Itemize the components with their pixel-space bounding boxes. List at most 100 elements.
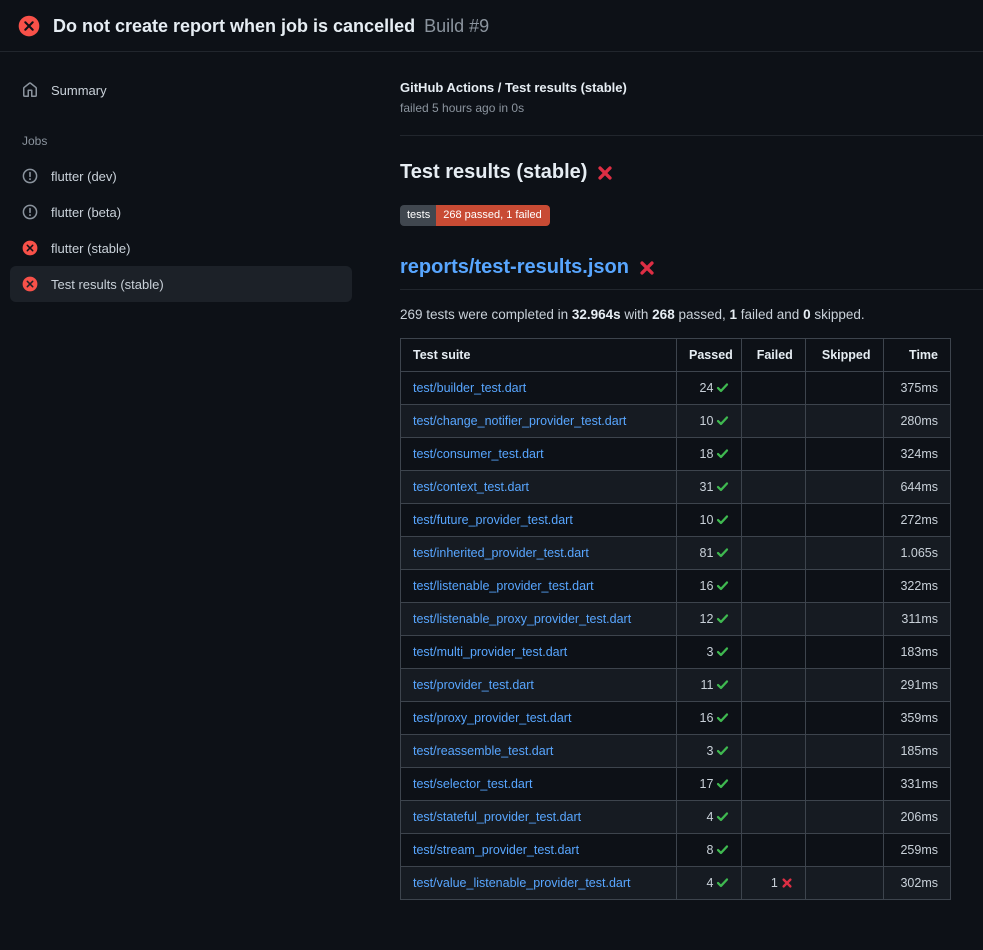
summary-skipped-count: 0 xyxy=(803,307,811,322)
table-row: test/change_notifier_provider_test.dart 1… xyxy=(401,405,951,438)
test-suite-cell: test/provider_test.dart xyxy=(401,669,677,702)
time-cell: 183ms xyxy=(883,636,951,669)
failed-cell xyxy=(742,768,805,801)
test-suite-link[interactable]: test/listenable_proxy_provider_test.dart xyxy=(413,612,631,626)
table-row: test/inherited_provider_test.dart 81 1.065… xyxy=(401,537,951,570)
test-suite-link[interactable]: test/reassemble_test.dart xyxy=(413,744,553,758)
passed-cell: 16 xyxy=(677,570,742,603)
table-row: test/proxy_provider_test.dart16359ms xyxy=(401,702,951,735)
time-cell: 375ms xyxy=(883,372,951,405)
test-suite-link[interactable]: test/listenable_provider_test.dart xyxy=(413,579,594,593)
sidebar-item-summary[interactable]: Summary xyxy=(10,72,352,108)
skipped-cell xyxy=(805,867,883,900)
skipped-cell xyxy=(805,636,883,669)
x-circle-icon xyxy=(22,240,38,256)
sidebar-item-flutter-dev[interactable]: flutter (dev) xyxy=(10,158,352,194)
test-suite-link[interactable]: test/multi_provider_test.dart xyxy=(413,645,567,659)
test-suite-link[interactable]: test/stream_provider_test.dart xyxy=(413,843,579,857)
badge-value: 268 passed, 1 failed xyxy=(436,205,549,226)
tests-badge: tests 268 passed, 1 failed xyxy=(400,205,550,226)
sidebar-item-flutter-stable[interactable]: flutter (stable) xyxy=(10,230,352,266)
check-icon xyxy=(716,777,729,790)
column-header-failed: Failed xyxy=(742,339,805,372)
test-suite-link[interactable]: test/stateful_provider_test.dart xyxy=(413,810,581,824)
check-icon xyxy=(716,744,729,757)
sidebar-item-flutter-beta[interactable]: flutter (beta) xyxy=(10,194,352,230)
skipped-cell xyxy=(805,372,883,405)
check-icon xyxy=(716,645,729,658)
table-row: test/provider_test.dart11291ms xyxy=(401,669,951,702)
test-suite-cell: test/proxy_provider_test.dart xyxy=(401,702,677,735)
failed-cell: 1 xyxy=(742,867,805,900)
test-suite-link[interactable]: test/provider_test.dart xyxy=(413,678,534,692)
passed-cell: 4 xyxy=(677,801,742,834)
check-icon xyxy=(716,480,729,493)
check-icon xyxy=(716,678,729,691)
table-row: test/listenable_proxy_provider_test.dart… xyxy=(401,603,951,636)
time-cell: 324ms xyxy=(883,438,951,471)
failed-cell xyxy=(742,570,805,603)
test-suite-cell: test/context_test.dart xyxy=(401,471,677,504)
time-cell: 259ms xyxy=(883,834,951,867)
test-suite-link[interactable]: test/context_test.dart xyxy=(413,480,529,494)
check-icon xyxy=(716,579,729,592)
table-row: test/future_provider_test.dart10272ms xyxy=(401,504,951,537)
test-suite-link[interactable]: test/consumer_test.dart xyxy=(413,447,544,461)
test-suite-link[interactable]: test/selector_test.dart xyxy=(413,777,533,791)
column-header-passed: Passed xyxy=(677,339,742,372)
run-status-text: failed 5 hours ago in 0s xyxy=(400,101,983,115)
time-cell: 331ms xyxy=(883,768,951,801)
column-header-time: Time xyxy=(883,339,951,372)
test-results-table: Test suitePassedFailedSkippedTime test/b… xyxy=(400,338,951,900)
time-cell: 185ms xyxy=(883,735,951,768)
time-cell: 1.065s xyxy=(883,537,951,570)
skipped-cell xyxy=(805,702,883,735)
table-row: test/consumer_test.dart18324ms xyxy=(401,438,951,471)
passed-cell: 81 xyxy=(677,537,742,570)
passed-cell: 10 xyxy=(677,405,742,438)
test-suite-cell: test/listenable_provider_test.dart xyxy=(401,570,677,603)
sidebar-item-label: Summary xyxy=(51,83,107,98)
cross-mark-icon xyxy=(638,259,656,277)
check-icon xyxy=(716,414,729,427)
failed-cell xyxy=(742,438,805,471)
skipped-cell xyxy=(805,570,883,603)
test-suite-link[interactable]: test/builder_test.dart xyxy=(413,381,526,395)
time-cell: 311ms xyxy=(883,603,951,636)
test-suite-link[interactable]: test/value_listenable_provider_test.dart xyxy=(413,876,631,890)
passed-cell: 17 xyxy=(677,768,742,801)
alert-circle-icon xyxy=(22,168,38,184)
time-cell: 302ms xyxy=(883,867,951,900)
table-row: test/builder_test.dart24375ms xyxy=(401,372,951,405)
test-suite-cell: test/inherited_provider_test.dart xyxy=(401,537,677,570)
table-row: test/reassemble_test.dart3185ms xyxy=(401,735,951,768)
failed-cell xyxy=(742,669,805,702)
passed-cell: 10 xyxy=(677,504,742,537)
check-icon xyxy=(716,711,729,724)
skipped-cell xyxy=(805,669,883,702)
check-icon xyxy=(716,843,729,856)
failed-cell xyxy=(742,372,805,405)
test-suite-cell: test/value_listenable_provider_test.dart xyxy=(401,867,677,900)
test-suite-link[interactable]: test/future_provider_test.dart xyxy=(413,513,573,527)
divider xyxy=(400,135,983,136)
failed-cell xyxy=(742,834,805,867)
sidebar-item-test-results-stable[interactable]: Test results (stable) xyxy=(10,266,352,302)
test-suite-cell: test/stateful_provider_test.dart xyxy=(401,801,677,834)
sidebar-item-label: flutter (stable) xyxy=(51,241,130,256)
test-suite-link[interactable]: test/proxy_provider_test.dart xyxy=(413,711,571,725)
passed-cell: 12 xyxy=(677,603,742,636)
test-suite-cell: test/stream_provider_test.dart xyxy=(401,834,677,867)
column-header-test-suite: Test suite xyxy=(401,339,677,372)
build-header: Do not create report when job is cancell… xyxy=(0,0,983,52)
report-title-link[interactable]: reports/test-results.json xyxy=(400,256,629,279)
sidebar-item-label: Test results (stable) xyxy=(51,277,164,292)
skipped-cell xyxy=(805,801,883,834)
test-suite-link[interactable]: test/inherited_provider_test.dart xyxy=(413,546,589,560)
table-row: test/stateful_provider_test.dart4206ms xyxy=(401,801,951,834)
table-row: test/value_listenable_provider_test.dart… xyxy=(401,867,951,900)
failed-cell xyxy=(742,603,805,636)
sidebar-item-label: flutter (dev) xyxy=(51,169,117,184)
passed-cell: 3 xyxy=(677,636,742,669)
test-suite-link[interactable]: test/change_notifier_provider_test.dart xyxy=(413,414,626,428)
